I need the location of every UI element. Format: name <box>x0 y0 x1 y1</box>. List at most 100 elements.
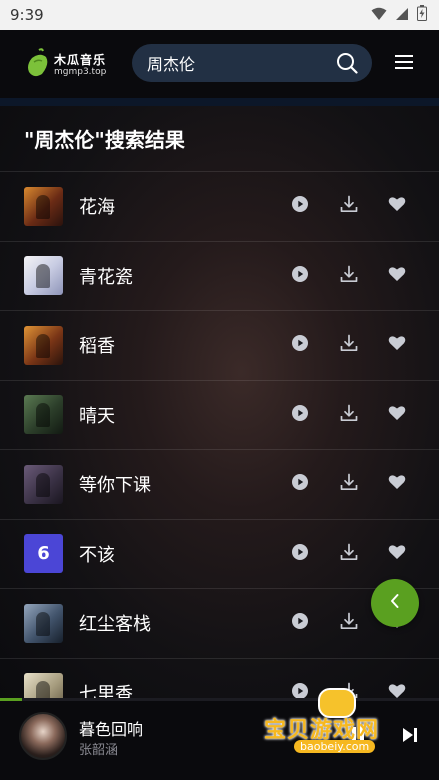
song-cover <box>24 395 63 435</box>
play-circle-icon <box>292 404 308 425</box>
now-playing-title: 暮色回响 <box>79 720 144 739</box>
song-cover: 6 <box>24 534 63 574</box>
heart-icon <box>388 474 406 494</box>
wifi-icon <box>371 6 387 25</box>
logo-url: mgmp3.top <box>54 66 107 77</box>
cover-art-figure <box>36 472 50 497</box>
heart-icon <box>388 405 406 425</box>
system-icons <box>371 5 427 25</box>
download-song-button[interactable] <box>337 472 361 496</box>
song-title: 青花瓷 <box>79 266 133 288</box>
skip-next-icon <box>401 726 419 748</box>
favorite-song-button[interactable] <box>385 403 409 427</box>
hamburger-menu-icon[interactable] <box>395 54 413 73</box>
song-cover-label: 6 <box>37 543 50 565</box>
song-cover <box>24 186 63 226</box>
play-song-button[interactable] <box>288 681 312 698</box>
download-song-button[interactable] <box>337 611 361 635</box>
search-icon[interactable] <box>336 52 358 78</box>
search-input[interactable]: 周杰伦 <box>132 44 372 82</box>
cover-art-figure <box>36 194 50 219</box>
play-circle-icon <box>292 543 308 564</box>
play-song-button[interactable] <box>288 264 312 288</box>
status-time: 9:39 <box>10 6 44 24</box>
song-row[interactable]: 稻香 <box>0 310 439 380</box>
favorite-song-button[interactable] <box>385 333 409 357</box>
favorite-song-button[interactable] <box>385 472 409 496</box>
player-bar[interactable]: 暮色回响 张韶涵 <box>0 698 439 780</box>
search-value: 周杰伦 <box>147 55 196 74</box>
papaya-logo-icon <box>26 48 50 82</box>
battery-icon <box>417 5 427 25</box>
download-song-button[interactable] <box>337 542 361 566</box>
favorite-song-button[interactable] <box>385 264 409 288</box>
play-song-button[interactable] <box>288 542 312 566</box>
favorite-song-button[interactable] <box>385 681 409 698</box>
heart-icon <box>388 266 406 286</box>
download-song-button[interactable] <box>337 264 361 288</box>
cover-art-figure <box>36 264 50 289</box>
cover-art-figure <box>36 611 50 636</box>
chevron-left-icon <box>389 593 401 613</box>
heart-icon <box>388 335 406 355</box>
cover-art-figure <box>36 403 50 428</box>
cover-art-figure <box>36 681 50 698</box>
song-title: 稻香 <box>79 336 115 358</box>
download-icon <box>340 334 358 356</box>
logo-name: 木瓜音乐 <box>54 52 107 67</box>
play-pause-button[interactable] <box>343 722 373 752</box>
now-playing-cover[interactable] <box>19 712 67 760</box>
back-fab-button[interactable] <box>371 579 419 627</box>
song-row[interactable]: 等你下课 <box>0 449 439 519</box>
play-song-button[interactable] <box>288 472 312 496</box>
download-icon <box>340 473 358 495</box>
heart-icon <box>388 196 406 216</box>
download-icon <box>340 265 358 287</box>
song-row[interactable]: 6 不该 <box>0 518 439 589</box>
download-icon <box>340 543 358 565</box>
song-row[interactable]: 花海 <box>0 171 439 241</box>
song-title: 晴天 <box>79 405 115 427</box>
download-song-button[interactable] <box>337 194 361 218</box>
header-divider <box>0 98 439 106</box>
song-list: 花海青花瓷稻香晴天等你下课 6 不该红尘客栈七里香 <box>0 171 439 698</box>
play-circle-icon <box>292 474 308 494</box>
download-song-button[interactable] <box>337 333 361 357</box>
song-title: 红尘客栈 <box>79 614 151 636</box>
song-cover <box>24 464 63 504</box>
play-song-button[interactable] <box>288 333 312 357</box>
song-title: 花海 <box>79 197 115 219</box>
download-icon <box>340 612 358 634</box>
song-cover <box>24 325 63 365</box>
playback-progress-fill <box>0 698 22 701</box>
cover-art-figure <box>36 333 50 358</box>
song-cover <box>24 673 63 698</box>
song-row[interactable]: 七里香 <box>0 657 439 698</box>
favorite-song-button[interactable] <box>385 194 409 218</box>
play-circle-icon <box>292 613 308 633</box>
status-bar: 9:39 <box>0 0 439 30</box>
now-playing-artist: 张韶涵 <box>79 743 119 758</box>
play-circle-icon <box>292 335 308 355</box>
download-icon <box>340 682 358 698</box>
download-song-button[interactable] <box>337 681 361 698</box>
song-cover <box>24 256 63 296</box>
play-song-button[interactable] <box>288 194 312 218</box>
play-circle-icon <box>292 265 308 286</box>
play-song-button[interactable] <box>288 403 312 427</box>
search-results: "周杰伦"搜索结果 花海 青花瓷 稻香 晴天 等你下课 6 不该 红尘客栈 七里香 <box>0 106 439 698</box>
song-row[interactable]: 晴天 <box>0 379 439 450</box>
heart-icon <box>388 683 406 698</box>
download-icon <box>340 404 358 426</box>
heart-icon <box>388 544 406 564</box>
app-logo[interactable]: 木瓜音乐 mgmp3.top <box>26 48 106 82</box>
playback-progress[interactable] <box>0 698 439 701</box>
song-row[interactable]: 青花瓷 <box>0 240 439 311</box>
play-circle-icon <box>292 682 308 698</box>
favorite-song-button[interactable] <box>385 542 409 566</box>
next-track-button[interactable] <box>395 722 425 752</box>
download-song-button[interactable] <box>337 403 361 427</box>
play-circle-icon <box>292 196 308 216</box>
play-song-button[interactable] <box>288 611 312 635</box>
signal-icon <box>395 6 409 25</box>
